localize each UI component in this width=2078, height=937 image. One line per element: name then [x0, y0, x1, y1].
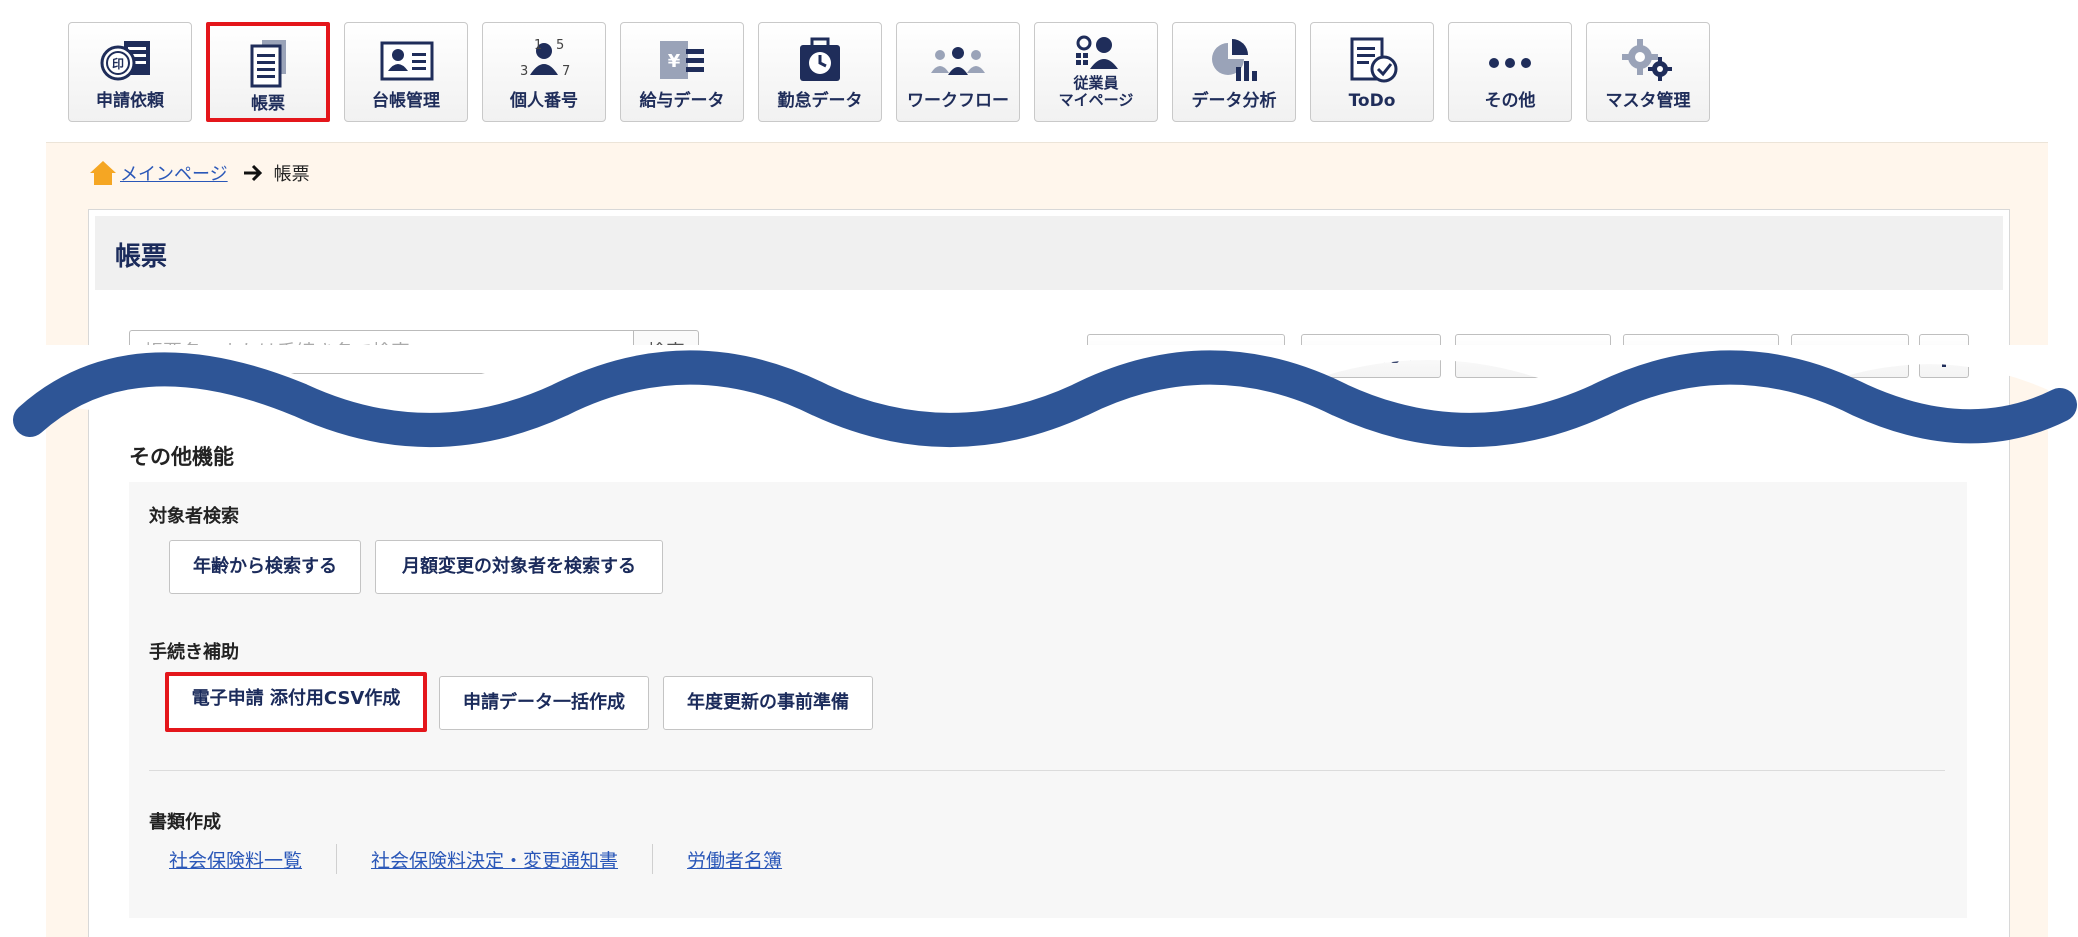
page-title: 帳票 — [115, 242, 168, 272]
panel-header: 帳票 — [95, 216, 2003, 290]
social-insurance-list-link[interactable]: 社会保険料一覧 — [169, 846, 336, 873]
insurance-notice-link[interactable]: 社会保険料決定・変更通知書 — [337, 846, 652, 873]
nav-personal-number[interactable]: 1 5 3 7 個人番号 — [482, 22, 606, 122]
nav-request[interactable]: 印 申請依頼 — [68, 22, 192, 122]
main-panel: 帳票 帳票名、または手続き名で検索 検索 公文書受信一覧 送信一覧 ▾ 申請一覧… — [88, 209, 2010, 937]
nav-label: データ分析 — [1191, 91, 1277, 111]
nav-forms[interactable]: 帳票 — [206, 22, 330, 122]
person-number-icon: 1 5 3 7 — [512, 35, 576, 87]
document-creation-label: 書類作成 — [149, 812, 221, 833]
breadcrumb-home-link[interactable]: メインページ — [120, 160, 228, 186]
nav-label-line2: マイページ — [1058, 91, 1134, 109]
nav-salary-data[interactable]: ¥ 給与データ — [620, 22, 744, 122]
more-dots-icon — [1478, 35, 1542, 87]
arrow-right-icon — [243, 164, 262, 182]
nav-label: ワークフロー — [907, 91, 1009, 111]
employee-page-icon — [1064, 33, 1128, 75]
target-search-label: 対象者検索 — [149, 506, 239, 527]
annual-update-prep-button[interactable]: 年度更新の事前準備 — [663, 676, 873, 730]
stamp-document-icon: 印 — [98, 35, 162, 87]
clock-briefcase-icon — [788, 35, 852, 87]
bulk-application-data-button[interactable]: 申請データ一括作成 — [439, 676, 649, 730]
nav-attendance-data[interactable]: 勤怠データ — [758, 22, 882, 122]
nav-master-management[interactable]: マスタ管理 — [1586, 22, 1710, 122]
procedure-assist-label: 手続き補助 — [149, 642, 239, 663]
breadcrumb: メインページ 帳票 — [88, 158, 310, 188]
nav-label: 勤怠データ — [777, 91, 863, 111]
nav-label: 従業員 マイページ — [1059, 75, 1134, 109]
worker-roster-link[interactable]: 労働者名簿 — [653, 846, 816, 873]
id-card-icon — [374, 35, 438, 87]
nav-label: 給与データ — [639, 91, 725, 111]
e-application-csv-button[interactable]: 電子申請 添付用CSV作成 — [165, 672, 427, 732]
nav-label: 申請依頼 — [96, 91, 164, 111]
document-links: 社会保険料一覧 社会保険料決定・変更通知書 労働者名簿 — [169, 844, 816, 874]
nav-label: 帳票 — [251, 94, 285, 114]
nav-label: その他 — [1484, 91, 1536, 111]
monthly-change-search-button[interactable]: 月額変更の対象者を検索する — [375, 540, 663, 594]
other-functions-box: 対象者検索 年齢から検索する 月額変更の対象者を検索する 手続き補助 電子申請 … — [129, 482, 1967, 918]
nav-todo[interactable]: ToDo — [1310, 22, 1434, 122]
nav-workflow[interactable]: ワークフロー — [896, 22, 1020, 122]
nav-data-analysis[interactable]: データ分析 — [1172, 22, 1296, 122]
nav-ledger[interactable]: 台帳管理 — [344, 22, 468, 122]
nav-label: マスタ管理 — [1605, 91, 1691, 111]
nav-other[interactable]: その他 — [1448, 22, 1572, 122]
nav-label: 個人番号 — [510, 91, 578, 111]
people-flow-icon — [926, 35, 990, 87]
nav-label-line1: 従業員 — [1073, 74, 1119, 92]
pie-bar-chart-icon — [1202, 35, 1266, 87]
age-search-button[interactable]: 年齢から検索する — [169, 540, 361, 594]
section-divider — [149, 770, 1945, 771]
yen-list-icon: ¥ — [650, 35, 714, 87]
nav-label: 台帳管理 — [372, 91, 440, 111]
document-stack-icon — [236, 38, 300, 90]
svg-text:3: 3 — [520, 64, 528, 79]
svg-text:印: 印 — [112, 57, 124, 71]
svg-text:¥: ¥ — [668, 51, 681, 72]
svg-text:1: 1 — [534, 38, 542, 53]
gears-icon — [1616, 35, 1680, 87]
checklist-icon — [1340, 35, 1404, 87]
svg-text:5: 5 — [556, 38, 564, 53]
nav-label: ToDo — [1348, 91, 1396, 111]
svg-text:7: 7 — [562, 64, 570, 79]
breadcrumb-current: 帳票 — [273, 164, 310, 185]
home-icon[interactable] — [88, 158, 118, 188]
nav-employee-mypage[interactable]: 従業員 マイページ — [1034, 22, 1158, 122]
omission-wave-divider — [0, 345, 2078, 447]
